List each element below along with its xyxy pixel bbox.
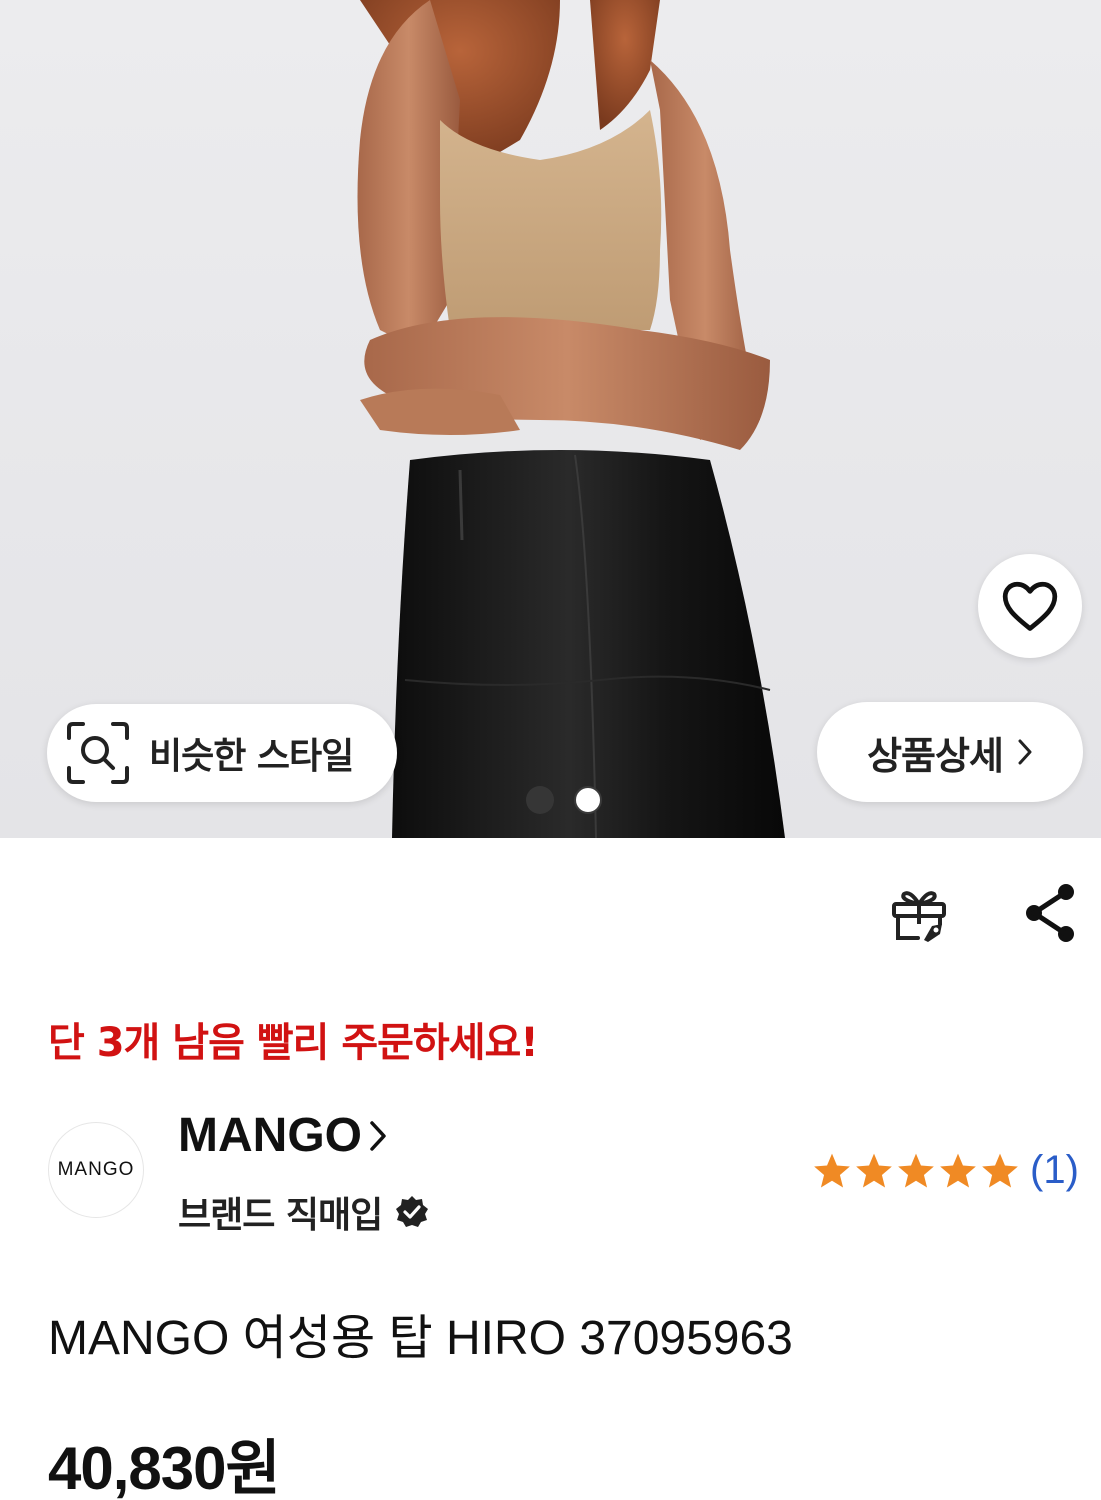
- image-search-icon: [67, 722, 129, 784]
- brand-logo-text: MANGO: [57, 1159, 135, 1180]
- review-count: (1): [1030, 1148, 1079, 1192]
- heart-icon: [1002, 581, 1058, 631]
- chevron-right-icon: [370, 1120, 386, 1151]
- product-price: 40,830원: [48, 1435, 281, 1500]
- product-image-carousel[interactable]: 비슷한 스타일 상품상세: [0, 0, 1101, 838]
- carousel-dot-1[interactable]: [526, 786, 554, 814]
- rating-summary[interactable]: (1): [812, 1148, 1079, 1193]
- product-detail-label: 상품상세: [867, 733, 1004, 778]
- star-rating: [812, 1152, 1020, 1190]
- brand-name: MANGO: [178, 1109, 362, 1162]
- carousel-dot-2-active[interactable]: [574, 786, 602, 814]
- share-button[interactable]: [1020, 880, 1080, 946]
- star-icon: [982, 1153, 1018, 1188]
- star-icon: [940, 1153, 976, 1188]
- brand-type-label: 브랜드 직매입: [178, 1195, 383, 1236]
- star-icon: [856, 1153, 892, 1188]
- star-icon: [814, 1153, 850, 1188]
- gift-icon: [892, 891, 946, 942]
- similar-style-button[interactable]: 비슷한 스타일: [47, 704, 397, 802]
- gift-button[interactable]: [886, 880, 952, 946]
- brand-link[interactable]: MANGO: [178, 1108, 388, 1163]
- brand-type: 브랜드 직매입: [178, 1186, 430, 1238]
- product-title: MANGO 여성용 탑 HIRO 37095963: [48, 1312, 793, 1365]
- share-icon: [1026, 884, 1074, 942]
- carousel-indicator: [526, 786, 602, 814]
- star-icon: [898, 1153, 934, 1188]
- stock-alert-text: 단 3개 남음 빨리 주문하세요!: [48, 1020, 539, 1066]
- chevron-right-icon: [1018, 739, 1032, 765]
- similar-style-label: 비슷한 스타일: [149, 736, 354, 777]
- verified-badge-icon: [396, 1196, 429, 1227]
- brand-logo[interactable]: MANGO: [48, 1122, 144, 1218]
- product-detail-button[interactable]: 상품상세: [817, 702, 1083, 802]
- wishlist-button[interactable]: [978, 554, 1082, 658]
